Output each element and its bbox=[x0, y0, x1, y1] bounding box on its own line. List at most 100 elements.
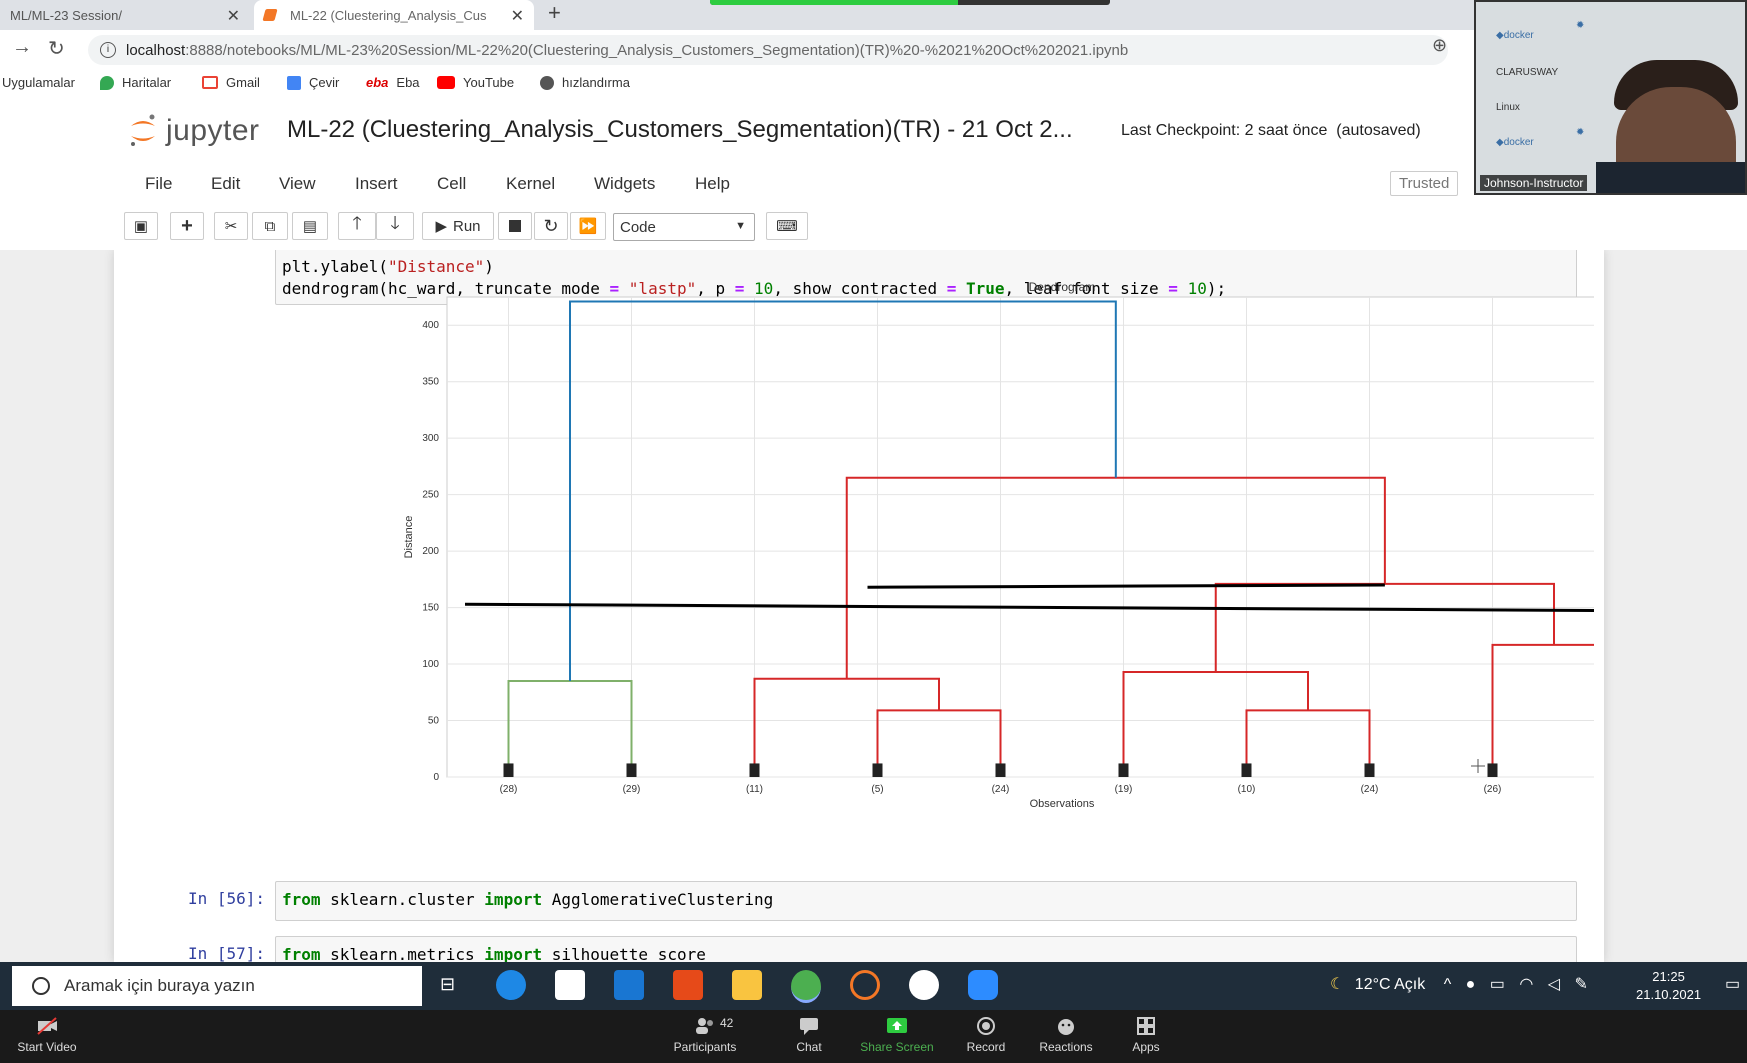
bookmark-maps[interactable]: Haritalar bbox=[100, 75, 171, 90]
y-axis-ticks: 0 50 100 150 200 250 300 350 400 bbox=[422, 320, 439, 783]
eba-logo-icon: eba bbox=[366, 75, 389, 90]
code-cell[interactable]: from sklearn.metrics import silhouette_s… bbox=[275, 936, 1577, 962]
code-line: from sklearn.metrics import silhouette_s… bbox=[282, 945, 706, 962]
y-tick-label: 300 bbox=[422, 433, 439, 444]
system-tray: ☾ 12°C Açık ^ ● ▭ ◠ ◁ ✎ bbox=[1330, 974, 1588, 994]
cut-button[interactable]: ✂ bbox=[214, 212, 248, 240]
bookmark-apps[interactable]: Uygulamalar bbox=[2, 75, 75, 90]
cell-prompt: In [56]: bbox=[188, 889, 266, 908]
chrome-icon[interactable] bbox=[791, 970, 821, 1003]
plot-area bbox=[446, 296, 1594, 778]
dendrogram-chart: Dendrogram 0 50 100 150 200 250 300 350 400 (28)… bbox=[403, 280, 1594, 810]
command-palette-button[interactable]: ⌨ bbox=[766, 212, 808, 240]
file-explorer-icon[interactable] bbox=[732, 970, 762, 1000]
trusted-badge[interactable]: Trusted bbox=[1390, 171, 1459, 196]
x-tick-label: (24) bbox=[992, 784, 1010, 795]
chat-button[interactable]: Chat bbox=[764, 1016, 854, 1054]
menu-widgets[interactable]: Widgets bbox=[594, 174, 655, 194]
close-icon[interactable]: ✕ bbox=[511, 6, 524, 26]
apps-icon bbox=[1137, 1017, 1155, 1035]
x-tick-label: (10) bbox=[1238, 784, 1256, 795]
restart-button[interactable]: ↻ bbox=[534, 212, 568, 240]
bookmark-eba[interactable]: eba Eba bbox=[366, 75, 420, 90]
participants-button[interactable]: Participants bbox=[660, 1016, 750, 1054]
browser-tab[interactable]: ML/ML-23 Session/ ✕ bbox=[0, 0, 250, 30]
cell-prompt: In [57]: bbox=[188, 944, 266, 962]
restart-icon: ↻ bbox=[543, 215, 559, 236]
menu-help[interactable]: Help bbox=[695, 174, 730, 194]
office-icon[interactable] bbox=[673, 970, 703, 1000]
stop-icon bbox=[509, 220, 521, 232]
forward-icon[interactable]: → bbox=[12, 36, 32, 59]
x-axis-ticks: (28)(29)(11)(5)(24)(19)(10)(24)(26)(24) bbox=[500, 784, 1502, 795]
bookmark-hizlandirma[interactable]: hızlandırma bbox=[540, 75, 630, 90]
taskbar-search[interactable]: Aramak için buraya yazın bbox=[12, 966, 422, 1006]
save-button[interactable]: ▣ bbox=[124, 212, 158, 240]
plus-icon: + bbox=[181, 214, 193, 237]
menu-cell[interactable]: Cell bbox=[437, 174, 466, 194]
store-icon[interactable] bbox=[555, 970, 585, 1000]
battery-icon[interactable]: ▭ bbox=[1490, 976, 1505, 993]
jupyter-logo[interactable]: jupyter bbox=[128, 112, 260, 150]
move-down-button[interactable]: 🡓 bbox=[376, 212, 414, 240]
bookmark-gmail[interactable]: Gmail bbox=[202, 75, 260, 90]
move-up-button[interactable]: 🡑 bbox=[338, 212, 376, 240]
volume-icon[interactable]: ◁ bbox=[1548, 976, 1560, 993]
microphone-icon[interactable]: ● bbox=[1466, 976, 1476, 993]
y-tick-label: 50 bbox=[428, 716, 440, 727]
menu-edit[interactable]: Edit bbox=[211, 174, 240, 194]
browser-tab-active[interactable]: ML-22 (Cluestering_Analysis_Cus ✕ bbox=[254, 0, 534, 30]
record-icon bbox=[977, 1017, 995, 1035]
notebook-title[interactable]: ML-22 (Cluestering_Analysis_Customers_Se… bbox=[287, 116, 1073, 144]
globe-icon bbox=[540, 75, 554, 90]
notification-icon[interactable]: ▭ bbox=[1725, 974, 1740, 994]
x-tick-label: (24) bbox=[1361, 784, 1379, 795]
slack-icon[interactable] bbox=[909, 970, 939, 1000]
menu-kernel[interactable]: Kernel bbox=[506, 174, 555, 194]
chevron-up-icon[interactable]: ^ bbox=[1444, 976, 1452, 993]
zoom-app-icon[interactable] bbox=[968, 970, 998, 1000]
bookmark-translate[interactable]: Çevir bbox=[287, 75, 339, 90]
paste-button[interactable]: ▤ bbox=[292, 212, 328, 240]
start-video-button[interactable]: Start Video bbox=[2, 1016, 92, 1054]
y-tick-label: 250 bbox=[422, 490, 439, 501]
leaf-marker bbox=[503, 763, 514, 777]
pen-icon[interactable]: ✎ bbox=[1575, 976, 1588, 993]
menu-view[interactable]: View bbox=[279, 174, 316, 194]
x-axis-label: Observations bbox=[1030, 798, 1095, 810]
kubernetes-logo-icon: ✹ bbox=[1576, 127, 1585, 138]
copy-button[interactable]: ⧉ bbox=[252, 212, 288, 240]
close-icon[interactable]: ✕ bbox=[227, 6, 240, 26]
wifi-icon[interactable]: ◠ bbox=[1519, 976, 1533, 993]
x-tick-label: (28) bbox=[500, 784, 518, 795]
share-screen-button[interactable]: Share Screen bbox=[852, 1016, 942, 1054]
instructor-video[interactable]: ◆docker ✹ CLARUSWAY Linux ◆docker ✹ John… bbox=[1474, 0, 1747, 195]
weather-text[interactable]: 12°C Açık bbox=[1355, 976, 1425, 993]
save-icon: ▣ bbox=[133, 218, 149, 235]
edge-icon[interactable] bbox=[496, 970, 526, 1000]
cell-type-select[interactable]: Code ▼ bbox=[613, 213, 755, 241]
info-icon[interactable]: i bbox=[100, 42, 116, 58]
jupyter-favicon-icon bbox=[262, 9, 278, 21]
code-line: plt.ylabel("Distance") bbox=[282, 257, 494, 276]
run-button[interactable]: ▶ Run bbox=[422, 212, 494, 240]
address-bar[interactable]: i localhost:8888/notebooks/ML/ML-23%20Se… bbox=[88, 35, 1448, 65]
record-button[interactable]: Record bbox=[941, 1016, 1031, 1054]
bookmark-youtube[interactable]: YouTube bbox=[437, 75, 514, 90]
zoom-magnifier-icon[interactable]: ⊕ bbox=[1432, 35, 1447, 56]
menu-file[interactable]: File bbox=[145, 174, 172, 194]
reactions-button[interactable]: Reactions bbox=[1021, 1016, 1111, 1054]
task-view-icon[interactable]: ⊟ bbox=[440, 974, 455, 995]
apps-button[interactable]: Apps bbox=[1101, 1016, 1191, 1054]
code-cell[interactable]: from sklearn.cluster import Agglomerativ… bbox=[275, 881, 1577, 921]
mail-icon[interactable] bbox=[614, 970, 644, 1000]
insert-cell-button[interactable]: + bbox=[170, 212, 204, 240]
x-tick-label: (29) bbox=[623, 784, 641, 795]
restart-run-all-button[interactable]: ⏩ bbox=[570, 212, 606, 240]
clock[interactable]: 21:25 21.10.2021 bbox=[1636, 968, 1701, 1004]
new-tab-icon[interactable]: + bbox=[548, 0, 561, 26]
reload-icon[interactable]: ↻ bbox=[48, 36, 65, 61]
menu-insert[interactable]: Insert bbox=[355, 174, 398, 194]
anaconda-icon[interactable] bbox=[850, 970, 880, 1000]
interrupt-button[interactable] bbox=[498, 212, 532, 240]
